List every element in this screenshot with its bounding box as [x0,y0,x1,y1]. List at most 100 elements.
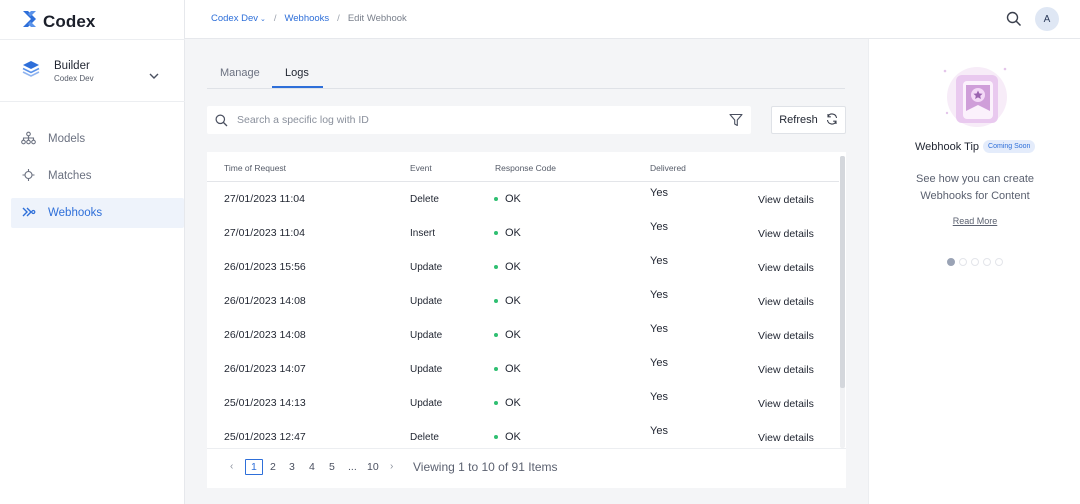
table-scrollbar-thumb[interactable] [840,156,845,388]
chevron-down-icon[interactable] [149,67,159,85]
cell-response-code: OK [494,295,521,307]
cell-response-code: OK [494,193,521,205]
pagination: ‹ 1 2 3 4 5 ... 10 › Viewing 1 to 10 of … [207,448,846,488]
layers-icon [22,60,40,83]
page-1[interactable]: 1 [245,459,263,475]
logs-table: Time of Request Event Response Code Deli… [207,152,846,488]
chevron-right-icon[interactable]: › [390,461,393,472]
breadcrumb-webhooks[interactable]: Webhooks [284,13,329,24]
view-details-link[interactable]: View details [758,432,814,444]
app-name: Codex [43,11,96,31]
page-4[interactable]: 4 [309,461,315,473]
sidebar-item-matches[interactable]: Matches [11,161,184,191]
cell-response-code: OK [494,363,521,375]
column-header-event: Event [410,163,432,173]
cell-time: 26/01/2023 14:07 [224,363,306,375]
page-ellipsis: ... [348,461,357,473]
search-icon[interactable] [1006,11,1022,32]
cell-event: Update [410,364,443,375]
cell-event: Delete [410,432,439,443]
view-details-link[interactable]: View details [758,194,814,206]
cell-time: 25/01/2023 12:47 [224,431,306,443]
status-dot [494,435,498,439]
tip-line: Webhooks for Content [920,190,1030,202]
cell-event: Insert [410,228,436,239]
view-details-link[interactable]: View details [758,262,814,274]
cell-response-code: OK [494,397,521,409]
sidebar-item-label: Matches [48,170,92,182]
sidebar-item-label: Models [48,133,86,145]
table-row: 26/01/2023 14:08 Update OK Yes View deta… [207,284,839,318]
app-logo[interactable]: Codex [22,10,95,33]
tip-title-row: Webhook Tip Coming Soon [915,140,1036,153]
page-10[interactable]: 10 [367,461,379,473]
read-more-link[interactable]: Read More [869,216,1080,226]
carousel-dot[interactable] [971,258,979,266]
table-header: Time of Request Event Response Code Deli… [207,152,839,182]
cell-delivered: Yes [650,425,668,437]
log-search-bar [207,106,751,134]
breadcrumb-current: Edit Webhook [347,13,407,24]
search-input[interactable] [237,111,717,129]
cell-delivered: Yes [650,391,668,403]
cell-event: Delete [410,194,439,205]
sidebar-item-webhooks[interactable]: Webhooks [11,198,184,228]
cell-time: 26/01/2023 15:56 [224,261,306,273]
tip-title: Webhook Tip [915,140,980,153]
cell-time: 26/01/2023 14:08 [224,295,306,307]
cell-event: Update [410,398,443,409]
sidebar: Codex Builder Codex Dev Models Matches W… [0,0,185,504]
table-row: 26/01/2023 15:56 Update OK Yes View deta… [207,250,839,284]
refresh-label: Refresh [779,114,818,126]
breadcrumb-separator: / [337,13,340,24]
tab-manage[interactable]: Manage [220,67,260,79]
tip-description: See how you can create Webhooks for Cont… [869,171,1080,205]
cell-delivered: Yes [650,357,668,369]
project-name: Builder [54,60,90,72]
view-details-link[interactable]: View details [758,228,814,240]
status-dot [494,231,498,235]
carousel-dot[interactable] [947,258,955,266]
cell-time: 25/01/2023 14:13 [224,397,306,409]
cell-delivered: Yes [650,323,668,335]
sidebar-item-label: Webhooks [48,207,103,219]
page-2[interactable]: 2 [270,461,276,473]
codex-logo-icon [22,10,37,33]
view-details-link[interactable]: View details [758,398,814,410]
models-icon [21,131,36,148]
project-switcher[interactable]: Builder Codex Dev [0,39,185,102]
avatar[interactable]: A [1035,7,1059,31]
tip-line: See how you can create [915,173,1035,185]
breadcrumb-workspace[interactable]: Codex Dev ⌄ [211,13,266,24]
carousel-dot[interactable] [995,258,1003,266]
filter-icon[interactable] [729,113,743,132]
webhooks-icon [21,205,36,222]
view-details-link[interactable]: View details [758,330,814,342]
status-dot [494,367,498,371]
status-dot [494,299,498,303]
search-icon [215,114,228,132]
carousel-dot[interactable] [983,258,991,266]
sidebar-item-models[interactable]: Models [11,124,184,154]
chevron-down-icon: ⌄ [258,16,266,23]
column-header-time: Time of Request [224,163,287,173]
refresh-button[interactable]: Refresh [771,106,846,134]
status-badge: Coming Soon [983,140,1036,153]
top-bar: Codex Dev ⌄ / Webhooks / Edit Webhook A [185,0,1080,39]
page-3[interactable]: 3 [289,461,295,473]
view-details-link[interactable]: View details [758,296,814,308]
cell-response-code: OK [494,329,521,341]
cell-time: 27/01/2023 11:04 [224,227,305,239]
tip-panel: Webhook Tip Coming Soon See how you can … [868,39,1080,504]
page-5[interactable]: 5 [329,461,335,473]
status-dot [494,401,498,405]
view-details-link[interactable]: View details [758,364,814,376]
status-dot [494,197,498,201]
carousel-dot[interactable] [959,258,967,266]
cell-event: Update [410,296,443,307]
table-row: 26/01/2023 14:07 Update OK Yes View deta… [207,352,839,386]
table-row: 27/01/2023 11:04 Insert OK Yes View deta… [207,216,839,250]
chevron-left-icon[interactable]: ‹ [230,461,233,472]
active-tab-indicator [272,86,323,88]
tab-logs[interactable]: Logs [285,67,309,79]
